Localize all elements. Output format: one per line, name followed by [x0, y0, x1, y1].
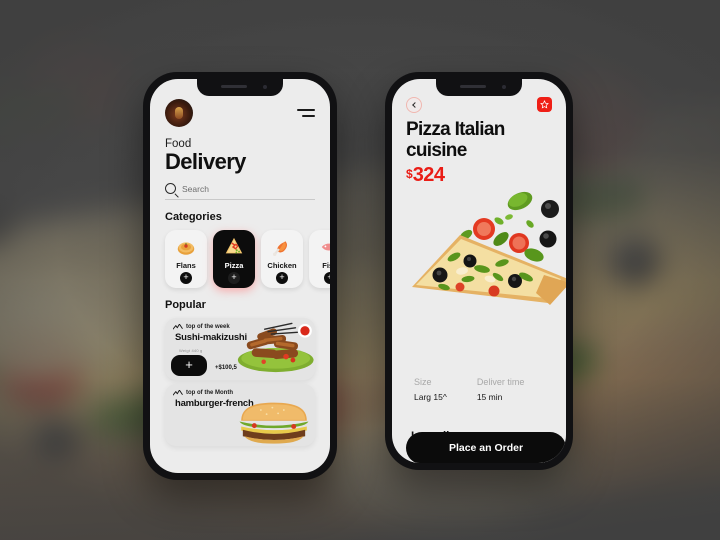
- meta-deliver-time: Deliver time 15 min: [477, 377, 525, 402]
- hamburger-image: [239, 402, 309, 444]
- category-label: Pizza: [224, 261, 244, 270]
- favorite-button[interactable]: [537, 97, 552, 112]
- meta-value: Larg 15^: [414, 392, 447, 402]
- right-notch: [436, 79, 522, 96]
- category-label: Flans: [176, 261, 196, 270]
- category-card-fish[interactable]: Fish +: [309, 230, 330, 288]
- back-button[interactable]: [406, 97, 422, 113]
- product-title: Pizza Italian cuisine: [406, 119, 505, 161]
- phone-right-detail: Pizza Italian cuisine $324 Size Larg 15^…: [385, 72, 573, 470]
- fish-icon: [321, 243, 330, 251]
- place-order-button[interactable]: Place an Order: [406, 432, 566, 463]
- back-chevron-icon: [412, 102, 418, 108]
- left-notch: [197, 79, 283, 96]
- categories-list: Flans + Pizza + Chicken + Fi +: [165, 230, 330, 288]
- popular-card-sushi[interactable]: top of the week Sushi-makizushi Weigt 44…: [165, 318, 315, 380]
- right-screen: Pizza Italian cuisine $324 Size Larg 15^…: [392, 79, 566, 463]
- screenshot-stage: Food Delivery Search Categories Flans + …: [0, 0, 720, 540]
- popular-heading: Popular: [165, 299, 206, 311]
- flan-icon: [177, 242, 195, 255]
- category-add-button[interactable]: +: [228, 272, 240, 284]
- sushi-plate-image: [237, 322, 314, 373]
- category-label: Chicken: [267, 261, 297, 270]
- category-label: Fish: [322, 261, 330, 270]
- page-title: Delivery: [165, 149, 246, 174]
- categories-heading: Categories: [165, 211, 222, 223]
- hamburger-menu-icon[interactable]: [297, 109, 315, 117]
- popular-add-button[interactable]: +: [171, 355, 207, 376]
- popular-tag-label: top of the Month: [186, 390, 233, 396]
- pizza-slice-image: [412, 191, 566, 305]
- search-bar[interactable]: Search: [165, 183, 315, 200]
- price-currency: $: [406, 167, 413, 182]
- category-card-chicken[interactable]: Chicken +: [261, 230, 303, 288]
- search-icon: [165, 183, 176, 194]
- chicken-icon: [273, 241, 288, 256]
- meta-size: Size Larg 15^: [414, 377, 447, 402]
- pizza-icon: [225, 237, 243, 254]
- trend-up-icon: [173, 390, 183, 396]
- popular-tag: top of the Month: [165, 384, 315, 396]
- popular-tag-label: top of the week: [186, 324, 230, 330]
- left-topbar: [165, 99, 315, 127]
- meta-label: Deliver time: [476, 377, 525, 387]
- category-add-button[interactable]: +: [276, 272, 288, 284]
- background-vignette: [0, 0, 720, 540]
- search-input[interactable]: Search: [182, 184, 209, 194]
- meta-value: 15 min: [476, 392, 503, 402]
- category-card-pizza[interactable]: Pizza +: [213, 230, 255, 288]
- category-add-button[interactable]: +: [324, 272, 330, 284]
- meta-label: Size: [414, 377, 432, 387]
- avatar[interactable]: [165, 99, 193, 127]
- category-card-flans[interactable]: Flans +: [165, 230, 207, 288]
- star-icon: [540, 100, 549, 109]
- popular-card-hamburger[interactable]: top of the Month hamburger-french: [165, 384, 315, 446]
- trend-up-icon: [173, 324, 183, 330]
- product-meta: Size Larg 15^ Deliver time 15 min: [414, 377, 524, 402]
- popular-item-price: +$100,5: [215, 365, 237, 371]
- left-screen: Food Delivery Search Categories Flans + …: [150, 79, 330, 473]
- phone-left-home: Food Delivery Search Categories Flans + …: [143, 72, 337, 480]
- category-add-button[interactable]: +: [180, 272, 192, 284]
